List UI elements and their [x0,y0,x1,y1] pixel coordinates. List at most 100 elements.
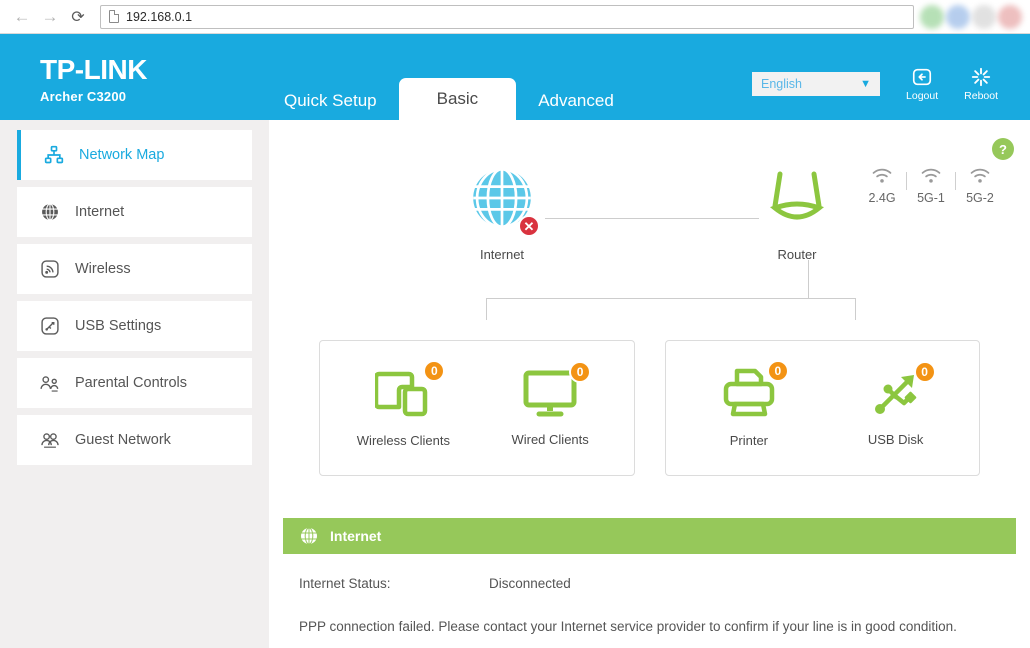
internet-icon-wrap: ✕ [466,162,540,239]
content-area: ? ✕ Internet Router 2.4G 5G-1 5G-2 0 Wir… [269,120,1030,648]
page-body: Network Map Internet Wireless USB Settin… [0,120,1030,648]
sidebar-item-wireless[interactable]: Wireless [17,244,252,294]
sidebar-item-internet[interactable]: Internet [17,187,252,237]
internet-panel-body: Internet Status: Disconnected PPP connec… [283,554,1016,634]
sidebar-item-label: Parental Controls [75,375,188,391]
extension-icon-green[interactable] [920,4,944,29]
band-2-4g[interactable]: 2.4G [858,168,906,205]
map-spacer [577,162,722,262]
back-arrow-icon[interactable]: ← [8,3,36,31]
logout-icon [913,68,932,86]
usb-disk-icon [874,375,916,414]
wireless-clients-icon-wrap: 0 [374,360,446,423]
band-label: 5G-1 [917,191,945,205]
sidebar-item-label: Wireless [75,261,131,277]
logout-label: Logout [906,90,939,102]
url-text: 192.168.0.1 [126,9,193,24]
wireless-clients-label: Wireless Clients [356,433,450,448]
tab-advanced[interactable]: Advanced [516,82,636,120]
sidebar-item-label: USB Settings [75,318,162,334]
usb-disk-tile[interactable]: 0 USB Disk [831,361,961,447]
main-tabs: Quick Setup Basic Advanced [262,34,636,120]
clients-card: 0 Wireless Clients 0 Wired Clients [319,340,635,476]
page-icon [109,10,119,23]
chevron-down-icon: ▼ [860,78,872,90]
printer-tile[interactable]: 0 Printer [684,360,814,448]
network-map-icon [43,144,65,166]
router-node[interactable]: Router 2.4G 5G-1 5G-2 [722,162,994,262]
internet-node[interactable]: ✕ Internet [427,162,577,262]
wireless-clients-tile[interactable]: 0 Wireless Clients [338,360,468,448]
usb-icon [39,315,61,337]
tab-quick-setup[interactable]: Quick Setup [262,82,399,120]
wired-clients-tile[interactable]: 0 Wired Clients [485,361,615,447]
extension-icon-gray[interactable] [972,4,996,29]
band-label: 5G-2 [966,191,994,205]
band-5g-1[interactable]: 5G-1 [907,168,955,205]
reload-icon[interactable]: ⟳ [64,3,92,31]
browser-toolbar: ← → ⟳ 192.168.0.1 [0,0,1030,34]
brand-model: Archer C3200 [40,89,127,104]
parental-controls-icon [39,372,61,394]
sidebar: Network Map Internet Wireless USB Settin… [0,120,269,648]
wifi-icon [872,168,892,183]
wireless-clients-count: 0 [423,360,446,382]
network-map: ✕ Internet Router 2.4G 5G-1 5G-2 0 Wirel… [283,120,1016,476]
router-icon [770,171,824,220]
usb-disk-label: USB Disk [867,432,924,447]
app-header: TP-LINK Archer C3200 Quick Setup Basic A… [0,34,1030,120]
internet-panel: Internet Internet Status: Disconnected P… [283,518,1016,634]
profile-avatar[interactable] [998,4,1022,29]
sidebar-item-label: Internet [75,204,125,220]
wired-clients-count: 0 [569,361,592,383]
internet-panel-title: Internet [330,528,382,544]
printer-label: Printer [729,433,769,448]
sidebar-item-parental-controls[interactable]: Parental Controls [17,358,252,408]
usb-disk-count: 0 [913,361,936,383]
reboot-button[interactable]: Reboot [964,66,998,102]
map-nodes: ✕ Internet Router 2.4G 5G-1 5G-2 [283,120,1016,262]
internet-status-badge: ✕ [518,215,540,237]
logout-button[interactable]: Logout [906,66,938,102]
wired-clients-label: Wired Clients [511,432,589,447]
internet-status-key: Internet Status: [299,576,391,591]
brand-block: TP-LINK Archer C3200 [0,56,262,120]
wifi-icon [921,168,941,183]
internet-status-value: Disconnected [489,576,571,591]
band-label: 2.4G [868,191,896,205]
wifi-icon [970,168,990,183]
connector-bracket [486,298,856,320]
header-actions: English ▼ Logout Reboot [752,66,1030,120]
internet-status-note: PPP connection failed. Please contact yo… [299,619,957,634]
router-node-label: Router [777,247,817,262]
reboot-label: Reboot [964,90,998,102]
sidebar-item-network-map[interactable]: Network Map [17,130,252,180]
usb-disk-icon-wrap: 0 [870,361,936,422]
reboot-icon [971,67,991,87]
internet-status-row: Internet Status: Disconnected [299,576,1000,591]
wifi-bands: 2.4G 5G-1 5G-2 [858,168,1004,205]
sidebar-item-guest-network[interactable]: Guest Network [17,415,252,465]
wireless-signal-icon [39,258,61,280]
language-value: English [761,77,803,91]
internet-node-label: Internet [479,247,525,262]
sidebar-item-usb-settings[interactable]: USB Settings [17,301,252,351]
extension-icon-blue[interactable] [946,4,970,29]
connector-router-drop [808,260,809,298]
guest-network-icon [39,429,61,451]
language-select[interactable]: English ▼ [752,72,881,96]
address-bar[interactable]: 192.168.0.1 [100,4,914,29]
printer-icon-wrap: 0 [723,360,789,423]
forward-arrow-icon[interactable]: → [36,3,64,31]
globe-icon [39,201,61,223]
sidebar-item-label: Network Map [79,147,165,163]
wired-clients-icon-wrap: 0 [523,361,592,422]
band-5g-2[interactable]: 5G-2 [956,168,1004,205]
peripherals-card: 0 Printer 0 USB Disk [664,340,980,476]
device-cards: 0 Wireless Clients 0 Wired Clients 0 Pri… [283,340,1016,476]
tab-basic[interactable]: Basic [398,78,517,120]
browser-extension-icons [920,4,1022,29]
printer-count: 0 [766,360,789,382]
internet-panel-header: Internet [283,518,1016,554]
brand-name: TP-LINK [40,54,147,85]
